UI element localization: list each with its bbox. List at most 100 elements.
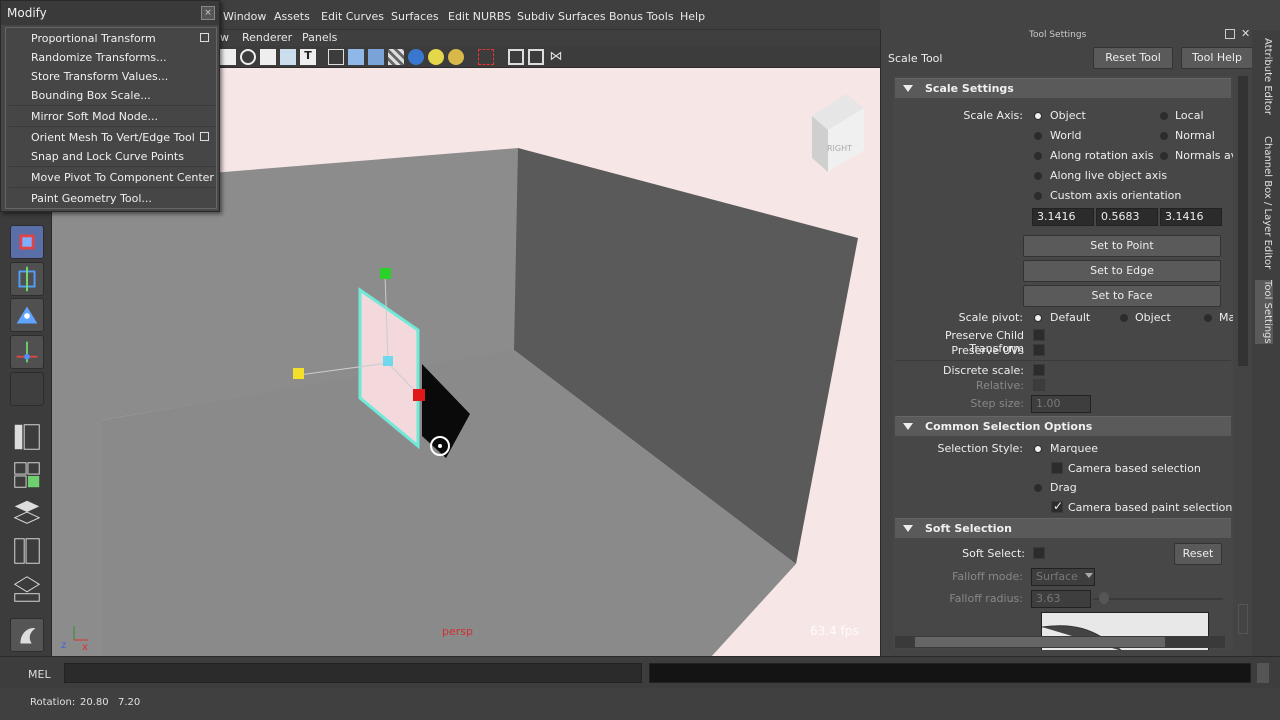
scroll-up-down-icon[interactable]: [1238, 604, 1248, 634]
menu-edit-nurbs[interactable]: Edit NURBS: [448, 10, 511, 23]
collapse-arrow-icon[interactable]: [903, 85, 913, 92]
gate-mask-icon[interactable]: [260, 49, 276, 65]
tool-help-button[interactable]: Tool Help: [1181, 47, 1253, 69]
menu-item-move-pivot[interactable]: Move Pivot To Component Center: [31, 171, 214, 184]
scale-tool-icon[interactable]: [10, 225, 44, 259]
close-icon[interactable]: ×: [201, 6, 215, 20]
move-tool-icon[interactable]: [10, 335, 44, 369]
discrete-scale-checkbox[interactable]: [1033, 364, 1045, 376]
float-panel-icon[interactable]: [1225, 29, 1235, 39]
collapse-arrow-icon[interactable]: [903, 525, 913, 532]
section-common-selection[interactable]: Common Selection Options: [895, 416, 1231, 436]
option-box-icon[interactable]: [200, 33, 209, 42]
radio-along-rotation-axis[interactable]: [1034, 152, 1042, 160]
lighting-icon[interactable]: [408, 49, 424, 65]
default-light-icon[interactable]: [448, 49, 464, 65]
tab-tool-settings[interactable]: Tool Settings: [1255, 280, 1273, 344]
axis-z-field[interactable]: 3.1416: [1160, 208, 1222, 226]
axis-y-field[interactable]: 0.5683: [1096, 208, 1158, 226]
maya-logo-icon[interactable]: [10, 618, 44, 652]
close-panel-icon[interactable]: ✕: [1241, 27, 1250, 40]
layout-graph-icon[interactable]: [10, 534, 44, 568]
section-scale-settings[interactable]: Scale Settings: [895, 78, 1231, 98]
ipr-icon[interactable]: [220, 49, 236, 65]
preserve-uvs-checkbox[interactable]: [1033, 344, 1045, 356]
menu-edit-curves[interactable]: Edit Curves: [321, 10, 384, 23]
radio-pivot-manual[interactable]: [1204, 314, 1212, 322]
share-icon[interactable]: ⋈: [548, 49, 564, 65]
tab-attribute-editor[interactable]: Attribute Editor: [1255, 38, 1273, 115]
viewport-menu-renderer[interactable]: Renderer: [242, 31, 292, 44]
option-box-icon[interactable]: [200, 132, 209, 141]
soft-select-checkbox[interactable]: [1033, 547, 1045, 559]
collapse-arrow-icon[interactable]: [903, 423, 913, 430]
menu-subdiv-surfaces[interactable]: Subdiv Surfaces: [517, 10, 606, 23]
menu-item-paint-geometry[interactable]: Paint Geometry Tool...: [31, 192, 152, 205]
tab-channel-box-layer-editor[interactable]: Channel Box / Layer Editor: [1255, 136, 1273, 269]
axis-x-field[interactable]: 3.1416: [1032, 208, 1094, 226]
empty-tool-slot[interactable]: [10, 372, 44, 406]
layout-outliner-icon[interactable]: [10, 496, 44, 530]
camera-based-paint-checkbox[interactable]: [1051, 499, 1063, 513]
menu-item-proportional-transform[interactable]: Proportional Transform: [31, 32, 156, 45]
soft-select-reset-button[interactable]: Reset: [1174, 543, 1222, 565]
reset-tool-button[interactable]: Reset Tool: [1093, 47, 1173, 69]
falloff-radius-slider[interactable]: [1093, 598, 1223, 600]
viewport-menu-panels[interactable]: Panels: [302, 31, 337, 44]
menu-item-snap-lock-curve[interactable]: Snap and Lock Curve Points: [31, 150, 184, 163]
menu-item-orient-mesh[interactable]: Orient Mesh To Vert/Edge Tool: [31, 131, 195, 144]
xray-icon[interactable]: [478, 49, 494, 65]
textured-icon[interactable]: [388, 49, 404, 65]
isolate-icon[interactable]: [508, 49, 524, 65]
relative-checkbox[interactable]: [1033, 379, 1045, 391]
slider-handle[interactable]: [1099, 592, 1109, 604]
menu-assets[interactable]: Assets: [274, 10, 310, 23]
shadows-icon[interactable]: [428, 49, 444, 65]
menu-surfaces[interactable]: Surfaces: [391, 10, 439, 23]
menu-item-mirror-soft-mod[interactable]: Mirror Soft Mod Node...: [31, 110, 158, 123]
layout-single-icon[interactable]: [10, 420, 44, 454]
menu-window[interactable]: Window: [223, 10, 266, 23]
radio-custom-axis[interactable]: [1034, 192, 1042, 200]
layout-persp-graph-icon[interactable]: [10, 572, 44, 606]
set-to-edge-button[interactable]: Set to Edge: [1023, 260, 1221, 282]
show-manipulator-icon[interactable]: [10, 262, 44, 296]
scale-handle-center[interactable]: [383, 356, 393, 366]
set-to-point-button[interactable]: Set to Point: [1023, 235, 1221, 257]
wireframe-icon[interactable]: [328, 49, 344, 65]
mel-label[interactable]: MEL: [28, 668, 51, 681]
radio-pivot-default[interactable]: [1034, 314, 1042, 322]
panel-vertical-scrollbar[interactable]: [1238, 76, 1248, 366]
radio-normal[interactable]: [1160, 132, 1168, 140]
mel-input[interactable]: [64, 663, 642, 683]
radio-along-live-object-axis[interactable]: [1034, 172, 1042, 180]
radio-object[interactable]: [1034, 112, 1042, 120]
falloff-radius-field[interactable]: 3.63: [1031, 590, 1091, 608]
xray-joints-icon[interactable]: [528, 49, 544, 65]
smooth-shade-icon[interactable]: [348, 49, 364, 65]
radio-pivot-object[interactable]: [1120, 314, 1128, 322]
scale-handle-y-green[interactable]: [380, 268, 391, 279]
set-to-face-button[interactable]: Set to Face: [1023, 285, 1221, 307]
preserve-child-checkbox[interactable]: [1033, 329, 1045, 341]
menu-item-randomize-transforms[interactable]: Randomize Transforms...: [31, 51, 167, 64]
menu-help[interactable]: Help: [680, 10, 705, 23]
horizontal-scroll-thumb[interactable]: [915, 637, 1165, 647]
section-soft-selection[interactable]: Soft Selection: [895, 518, 1231, 538]
safe-title-icon[interactable]: T: [300, 49, 316, 65]
soft-mod-icon[interactable]: [10, 298, 44, 332]
menu-item-bounding-box-scale[interactable]: Bounding Box Scale...: [31, 89, 151, 102]
radio-normals-average[interactable]: [1160, 152, 1168, 160]
camera-based-selection-checkbox[interactable]: [1051, 462, 1063, 474]
viewport-menu-lighting[interactable]: w: [220, 31, 229, 44]
step-size-field[interactable]: 1.00: [1031, 395, 1091, 413]
chevron-down-icon[interactable]: [1085, 573, 1093, 578]
radio-local[interactable]: [1160, 112, 1168, 120]
scale-handle-x-yellow[interactable]: [293, 368, 304, 379]
layout-four-icon[interactable]: [10, 458, 44, 492]
field-chart-icon[interactable]: [280, 49, 296, 65]
script-editor-icon[interactable]: [1257, 663, 1269, 683]
wire-on-shaded-icon[interactable]: [368, 49, 384, 65]
radio-world[interactable]: [1034, 132, 1042, 140]
menu-bonus-tools[interactable]: Bonus Tools: [609, 10, 674, 23]
